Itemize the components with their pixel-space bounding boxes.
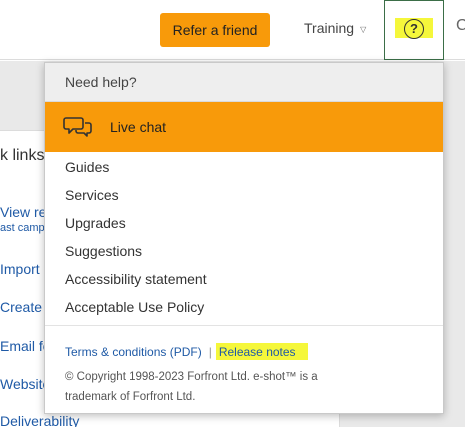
- refer-a-friend-button[interactable]: Refer a friend: [160, 13, 270, 47]
- quick-links-title: k links: [0, 147, 45, 164]
- training-menu[interactable]: Training ▽: [304, 20, 366, 36]
- chat-bubbles-icon: [63, 117, 92, 137]
- terms-link[interactable]: Terms & conditions (PDF): [65, 345, 202, 359]
- live-chat-button[interactable]: Live chat: [45, 102, 443, 152]
- link-separator: |: [208, 345, 212, 359]
- help-dropdown-menu: Need help? Live chat Guides Services Upg…: [44, 62, 444, 414]
- live-chat-label: Live chat: [110, 119, 167, 135]
- menu-item-accessibility-statement[interactable]: Accessibility statement: [65, 271, 207, 287]
- quick-link-website[interactable]: Website: [0, 376, 50, 392]
- menu-item-guides[interactable]: Guides: [65, 159, 109, 175]
- quick-link-deliverability[interactable]: Deliverability: [0, 413, 79, 427]
- help-menu-header: Need help?: [45, 63, 443, 102]
- release-notes-label: Release notes: [218, 345, 296, 359]
- top-header: Refer a friend Training ▽ ? C: [0, 0, 465, 60]
- partial-menu-icon[interactable]: C: [456, 17, 465, 35]
- help-menu-title: Need help?: [65, 74, 137, 90]
- help-button[interactable]: ?: [384, 0, 444, 60]
- menu-divider: [45, 325, 443, 326]
- menu-item-upgrades[interactable]: Upgrades: [65, 215, 126, 231]
- release-notes-link[interactable]: Release notes: [215, 343, 308, 360]
- quick-link-email[interactable]: Email fo: [0, 338, 51, 354]
- question-circle-icon: ?: [404, 19, 424, 39]
- training-label: Training: [304, 20, 355, 36]
- menu-item-acceptable-use-policy[interactable]: Acceptable Use Policy: [65, 299, 204, 315]
- quick-link-import[interactable]: Import c: [0, 261, 51, 277]
- chevron-down-icon: ▽: [360, 24, 367, 34]
- copyright-text: © Copyright 1998-2023 Forfront Ltd. e-sh…: [65, 371, 318, 403]
- quick-link-last-campaign[interactable]: ast camp: [0, 222, 45, 234]
- menu-item-services[interactable]: Services: [65, 187, 119, 203]
- footer-links: Terms & conditions (PDF) | Release notes: [65, 343, 308, 360]
- menu-item-suggestions[interactable]: Suggestions: [65, 243, 142, 259]
